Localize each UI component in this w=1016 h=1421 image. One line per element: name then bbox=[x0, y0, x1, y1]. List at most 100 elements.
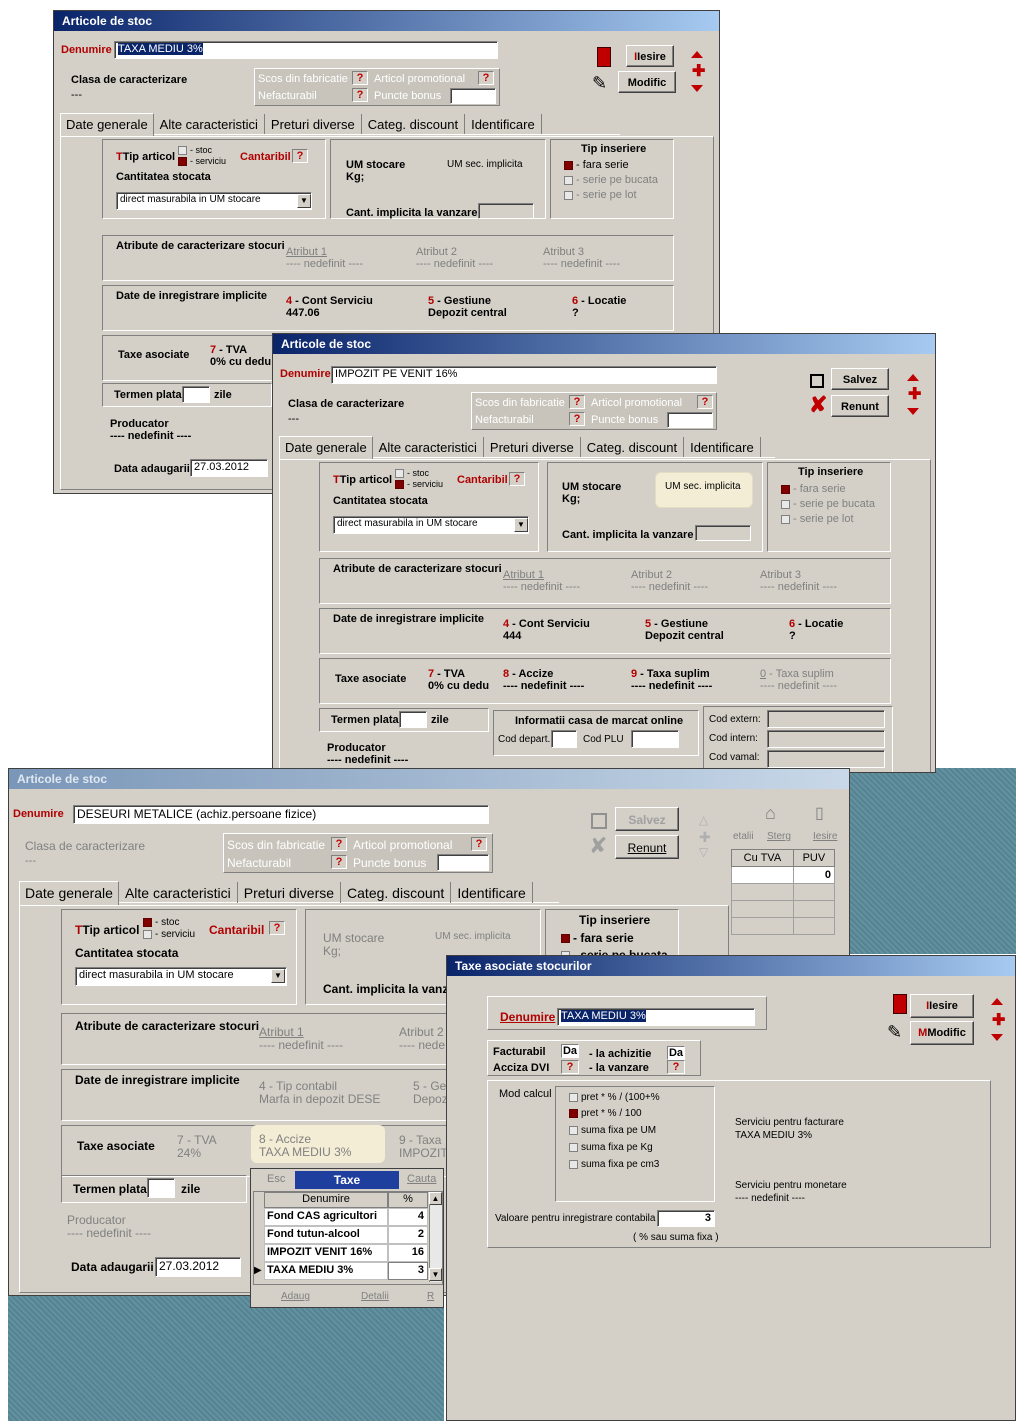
cantitatea-select[interactable]: direct masurabila in UM stocare bbox=[116, 192, 312, 210]
iesire-button[interactable]: IIesire bbox=[626, 45, 674, 67]
gestiune-label[interactable]: - Gestiune bbox=[651, 618, 708, 630]
ins-serie-lot[interactable]: - serie pe lot bbox=[576, 189, 637, 201]
data-adaugarii-input[interactable]: 27.03.2012 bbox=[155, 1257, 241, 1277]
arrow-down-icon[interactable] bbox=[907, 408, 919, 415]
taxa-suplim-2-label[interactable]: - Taxa suplim bbox=[766, 668, 834, 680]
arrow-up-icon[interactable]: △ bbox=[699, 813, 708, 827]
tab-identificare[interactable]: Identificare bbox=[465, 114, 542, 134]
cont-serviciu-label[interactable]: - Cont Serviciu bbox=[292, 295, 373, 307]
tva-label[interactable]: 7 - TVA bbox=[177, 1133, 217, 1147]
tab-categ-discount[interactable]: Categ. discount bbox=[581, 437, 685, 457]
mod-option-selected[interactable]: pret * % / 100 bbox=[581, 1108, 642, 1119]
locatie-label[interactable]: - Locatie bbox=[795, 618, 843, 630]
tab-preturi-diverse[interactable]: Preturi diverse bbox=[484, 437, 581, 457]
cantitatea-select[interactable]: direct masurabila in UM stocare bbox=[75, 967, 287, 986]
col-denumire-header[interactable]: Denumire bbox=[264, 1192, 388, 1208]
locatie-label[interactable]: - Locatie bbox=[578, 295, 626, 307]
adaug-button[interactable]: Adaug bbox=[281, 1291, 310, 1302]
gestiune-label[interactable]: - Gestiune bbox=[434, 295, 491, 307]
taxe-row-selected[interactable]: TAXA MEDIU 3% bbox=[264, 1262, 388, 1280]
taxa-9-label[interactable]: 9 - Taxa bbox=[399, 1133, 441, 1147]
taxe-row[interactable]: Fond CAS agricultori bbox=[264, 1208, 388, 1226]
bg-puv-value[interactable]: 0 bbox=[792, 866, 836, 884]
atribut-2-label[interactable]: Atribut 2 bbox=[416, 246, 457, 258]
plus-icon[interactable]: ✚ bbox=[908, 387, 921, 403]
opt-serviciu[interactable]: - serviciu bbox=[155, 929, 195, 940]
tip-contabil-label[interactable]: 4 - Tip contabil bbox=[259, 1079, 337, 1093]
nefact-checkbox[interactable]: ? bbox=[331, 855, 347, 869]
mod-option[interactable]: pret * % / (100+% bbox=[581, 1092, 660, 1103]
arrow-down-icon[interactable] bbox=[991, 1034, 1003, 1041]
mod-option[interactable]: suma fixa pe cm3 bbox=[581, 1159, 659, 1170]
data-adaugarii-input[interactable]: 27.03.2012 bbox=[190, 459, 268, 477]
salvez-button[interactable]: Salvez bbox=[615, 807, 679, 831]
scos-checkbox[interactable]: ? bbox=[569, 395, 585, 409]
tva-label[interactable]: - TVA bbox=[434, 668, 465, 680]
tab-date-generale[interactable]: Date generale bbox=[279, 436, 373, 460]
plus-icon[interactable]: ✚ bbox=[692, 64, 705, 80]
articol-prom-checkbox[interactable]: ? bbox=[478, 71, 494, 85]
denumire-input[interactable]: TAXA MEDIU 3% bbox=[557, 1008, 755, 1026]
accize-label[interactable]: - Accize bbox=[509, 668, 553, 680]
serv-monetare-label[interactable]: Serviciu pentru monetare bbox=[735, 1180, 847, 1191]
opt-stoc[interactable]: - stoc bbox=[407, 468, 429, 478]
atribut-2-label[interactable]: Atribut 2 bbox=[631, 569, 672, 581]
scroll-down-icon[interactable]: ▼ bbox=[429, 1268, 442, 1281]
mod-option[interactable]: suma fixa pe Kg bbox=[581, 1142, 653, 1153]
r-button[interactable]: R bbox=[427, 1291, 434, 1302]
esc-button[interactable]: Esc bbox=[267, 1173, 285, 1185]
ins-fara-serie[interactable]: - fara serie bbox=[793, 483, 846, 495]
cantaribil-checkbox[interactable]: ? bbox=[269, 921, 285, 935]
iesire-button[interactable]: IIesire bbox=[910, 994, 974, 1018]
cant-impl-input[interactable] bbox=[695, 525, 751, 541]
bg-detalii-button[interactable]: etalii bbox=[733, 831, 754, 842]
tab-identificare[interactable]: Identificare bbox=[451, 882, 533, 903]
atribut-1-label[interactable]: Atribut 1 bbox=[503, 569, 544, 581]
taxe-row[interactable]: Fond tutun-alcool bbox=[264, 1226, 388, 1244]
cod-plu-input[interactable] bbox=[631, 730, 679, 748]
tab-alte-caracteristici[interactable]: Alte caracteristici bbox=[154, 114, 265, 134]
termen-input[interactable] bbox=[182, 386, 210, 403]
ins-serie-lot[interactable]: - serie pe lot bbox=[793, 513, 854, 525]
puncte-input[interactable] bbox=[437, 854, 489, 871]
scos-checkbox[interactable]: ? bbox=[352, 71, 368, 85]
ins-serie-bucata[interactable]: - serie pe bucata bbox=[576, 174, 658, 186]
tab-categ-discount[interactable]: Categ. discount bbox=[341, 882, 452, 903]
renunt-button[interactable]: Renunt bbox=[615, 835, 679, 859]
taxa-suplim-1-label[interactable]: - Taxa suplim bbox=[637, 668, 710, 680]
atribut-3-label[interactable]: Atribut 3 bbox=[543, 246, 584, 258]
arrow-up-icon[interactable] bbox=[691, 51, 703, 58]
plus-icon[interactable]: ✚ bbox=[699, 829, 711, 846]
ins-fara-serie[interactable]: - fara serie bbox=[576, 159, 629, 171]
bg-sterg-button[interactable]: Sterg bbox=[767, 831, 791, 842]
cod-vamal-input[interactable] bbox=[767, 750, 885, 768]
tab-categ-discount[interactable]: Categ. discount bbox=[362, 114, 466, 134]
achizitie-value[interactable]: Da bbox=[667, 1046, 685, 1060]
cod-intern-input[interactable] bbox=[767, 730, 885, 748]
cantaribil-checkbox[interactable]: ? bbox=[509, 472, 525, 486]
tva-label[interactable]: - TVA bbox=[216, 344, 247, 356]
cant-impl-input[interactable] bbox=[478, 203, 534, 219]
puncte-input[interactable] bbox=[667, 412, 713, 428]
salvez-button[interactable]: Salvez bbox=[831, 368, 889, 390]
cod-extern-input[interactable] bbox=[767, 710, 885, 728]
taxe-row-pct[interactable]: 2 bbox=[388, 1226, 428, 1244]
cauta-button[interactable]: Cauta bbox=[407, 1173, 436, 1185]
tab-identificare[interactable]: Identificare bbox=[684, 437, 761, 457]
articol-prom-checkbox[interactable]: ? bbox=[697, 395, 713, 409]
bg-iesire-button[interactable]: Iesire bbox=[813, 831, 837, 842]
termen-input[interactable] bbox=[399, 711, 427, 728]
opt-stoc[interactable]: - stoc bbox=[155, 917, 179, 928]
opt-stoc[interactable]: - stoc bbox=[190, 145, 212, 155]
nefact-checkbox[interactable]: ? bbox=[352, 88, 368, 102]
opt-serviciu[interactable]: - serviciu bbox=[190, 156, 226, 166]
articol-prom-checkbox[interactable]: ? bbox=[471, 837, 487, 851]
tab-alte-caracteristici[interactable]: Alte caracteristici bbox=[373, 437, 484, 457]
taxe-row-pct[interactable]: 3 bbox=[388, 1262, 428, 1280]
opt-serviciu[interactable]: - serviciu bbox=[407, 479, 443, 489]
acciza-dvi-value[interactable]: ? bbox=[561, 1060, 579, 1074]
col-pct-header[interactable]: % bbox=[388, 1192, 428, 1208]
taxe-row-pct[interactable]: 16 bbox=[388, 1244, 428, 1262]
denumire-input[interactable]: TAXA MEDIU 3% bbox=[114, 41, 498, 59]
cantitatea-select[interactable]: direct masurabila in UM stocare bbox=[333, 516, 529, 534]
